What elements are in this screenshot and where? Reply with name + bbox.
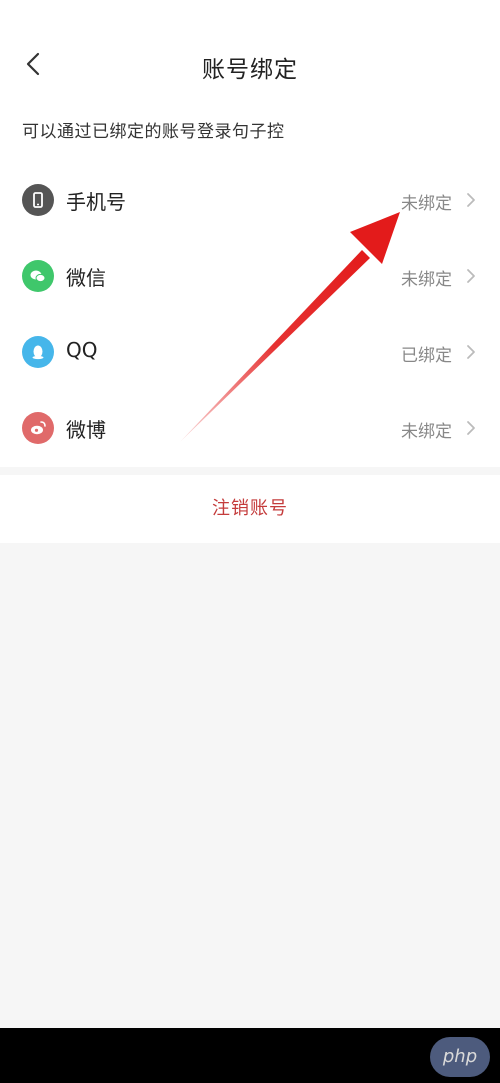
account-status: 未绑定 [401,270,452,290]
phone-icon [22,184,54,216]
account-status: 已绑定 [401,346,452,366]
account-list: 手机号 未绑定 微信 未绑定 QQ 已绑定 微博 未绑定 [0,162,500,466]
account-name: 微博 [66,418,106,442]
system-navigation-bar: php [0,1028,500,1083]
account-name: 手机号 [66,190,126,214]
account-binding-screen: 账号绑定 可以通过已绑定的账号登录句子控 手机号 未绑定 微信 未绑定 QQ 已… [0,0,500,1083]
logout-section: 注销账号 [0,475,500,543]
weibo-icon [22,412,54,444]
wechat-icon [22,260,54,292]
account-row-phone[interactable]: 手机号 未绑定 [0,162,500,238]
account-row-qq[interactable]: QQ 已绑定 [0,314,500,390]
binding-panel: 账号绑定 可以通过已绑定的账号登录句子控 手机号 未绑定 微信 未绑定 QQ 已… [0,0,500,467]
chevron-right-icon [464,266,478,286]
binding-description: 可以通过已绑定的账号登录句子控 [22,122,285,142]
php-watermark: php [430,1037,490,1077]
nav-bar: 账号绑定 [0,30,500,100]
account-status: 未绑定 [401,422,452,442]
cancel-account-button[interactable]: 注销账号 [0,475,500,543]
account-status: 未绑定 [401,194,452,214]
account-row-wechat[interactable]: 微信 未绑定 [0,238,500,314]
qq-icon [22,336,54,368]
page-title: 账号绑定 [202,57,298,83]
account-name: 微信 [66,266,106,290]
account-name: QQ [66,338,98,362]
account-row-weibo[interactable]: 微博 未绑定 [0,390,500,466]
chevron-right-icon [464,418,478,438]
chevron-right-icon [464,190,478,210]
chevron-right-icon [464,342,478,362]
